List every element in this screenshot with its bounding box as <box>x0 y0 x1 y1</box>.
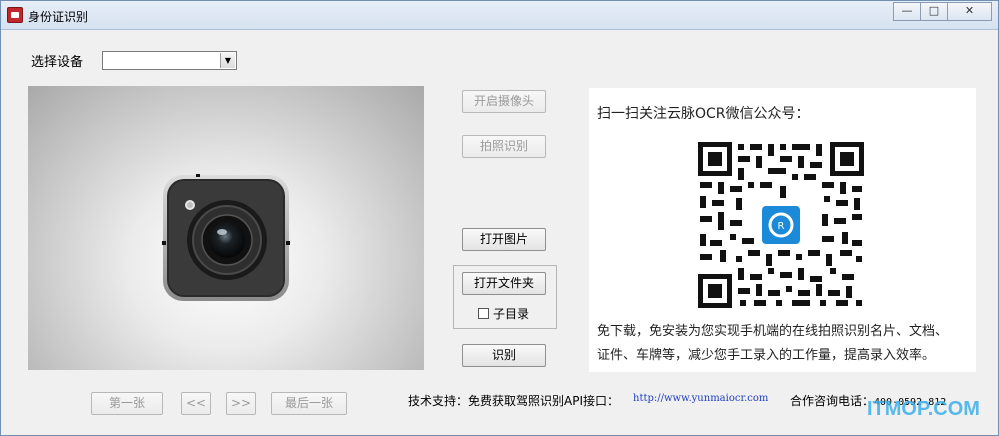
maximize-button[interactable]: □ <box>920 2 947 21</box>
capture-recognize-button[interactable]: 拍照识别 <box>462 135 546 158</box>
open-image-button[interactable]: 打开图片 <box>462 228 546 251</box>
camera-icon <box>162 174 290 301</box>
prev-page-button[interactable]: << <box>181 392 211 415</box>
last-page-button[interactable]: 最后一张 <box>271 392 347 415</box>
title-bar[interactable]: 身份证识别 — □ ✕ <box>1 1 998 30</box>
main-window: 身份证识别 — □ ✕ 选择设备 ▼ 开启摄像头 拍照识别 打开图片 打开文件夹… <box>0 0 999 436</box>
minimize-icon: — <box>901 4 913 17</box>
chevron-down-icon[interactable]: ▼ <box>220 53 235 68</box>
minimize-button[interactable]: — <box>893 2 920 21</box>
website-link[interactable]: http://www.yunmaiocr.com <box>633 393 768 404</box>
qr-description-line-1: 免下载，免安装为您实现手机端的在线拍照识别名片、文档、 <box>597 324 949 339</box>
next-page-button[interactable]: >> <box>226 392 256 415</box>
app-icon <box>7 7 23 23</box>
first-page-button[interactable]: 第一张 <box>91 392 163 415</box>
open-camera-button[interactable]: 开启摄像头 <box>462 90 546 113</box>
watermark-text: ITMOP.COM <box>867 398 980 420</box>
recognize-button[interactable]: 识别 <box>462 344 546 367</box>
window-controls: — □ ✕ <box>893 2 992 21</box>
maximize-icon: □ <box>928 4 940 17</box>
device-label: 选择设备 <box>31 55 84 70</box>
qr-description-line-2: 证件、车牌等，减少您手工录入的工作量，提高录入效率。 <box>597 348 936 363</box>
open-folder-button[interactable]: 打开文件夹 <box>462 272 546 295</box>
support-label: 技术支持：免费获取驾照识别API接口： <box>408 394 619 408</box>
camera-preview <box>28 86 424 370</box>
device-select[interactable]: ▼ <box>102 51 237 70</box>
close-button[interactable]: ✕ <box>947 2 992 21</box>
subfolder-label: 子目录 <box>493 307 530 321</box>
phone-label: 合作咨询电话： <box>790 394 875 408</box>
window-title: 身份证识别 <box>28 10 89 24</box>
svg-text:R: R <box>778 221 785 232</box>
qr-code-icon: R <box>696 140 866 310</box>
qr-panel: 扫一扫关注云脉OCR微信公众号： R 免下载，免安装为您实现手机端的在线拍照识别… <box>589 88 976 372</box>
qr-title: 扫一扫关注云脉OCR微信公众号： <box>597 106 810 122</box>
subfolder-checkbox[interactable] <box>478 308 489 319</box>
close-icon: ✕ <box>964 4 975 17</box>
